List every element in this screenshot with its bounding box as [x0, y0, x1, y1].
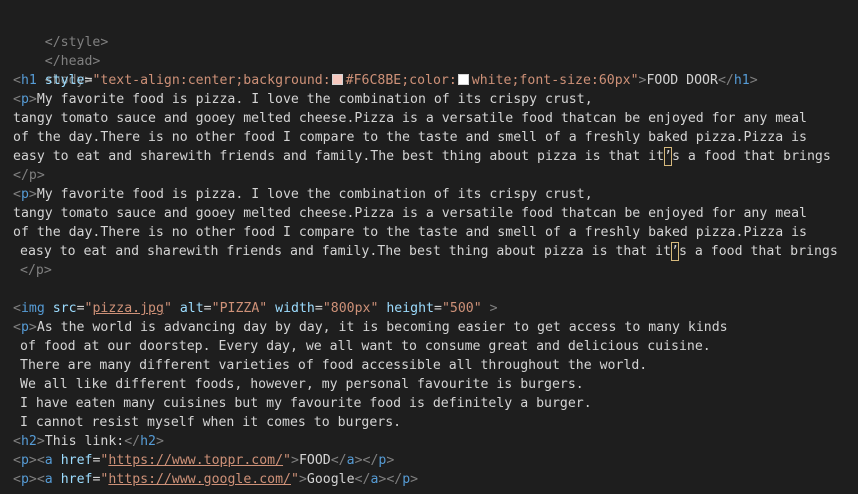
tag-name-p: p: [20, 92, 29, 107]
code-line: There are many different varieties of fo…: [20, 356, 647, 375]
code-line: I have eaten many cuisines but my favour…: [20, 394, 592, 413]
alt-value: "PIZZA": [211, 301, 268, 316]
code-line: </p>: [13, 166, 45, 185]
attr-height: height: [386, 301, 434, 316]
h1-text: FOOD DOOR: [646, 73, 718, 88]
code-line-link: <p><a href="https://www.toppr.com/">FOOD…: [13, 453, 395, 468]
code-line-h1: <h1 style="text-align:center;background:…: [13, 71, 758, 90]
tag-bracket: <: [13, 187, 21, 202]
tag-bracket: <: [13, 73, 21, 88]
style-value-start: "text-align:center;background:: [92, 73, 331, 88]
tag-name-h1: h1: [733, 73, 750, 88]
paragraph-text: I cannot resist myself when it comes to …: [20, 415, 402, 430]
h2-text: This link:: [44, 434, 125, 449]
paragraph-text: of the day.There is no other food I comp…: [13, 130, 807, 145]
style-value-color1: #F6C8BE: [345, 73, 402, 88]
attr-src: src: [52, 301, 77, 316]
attr-alt: alt: [179, 301, 204, 316]
paragraph-text: As the world is advancing day by day, it…: [36, 320, 728, 335]
tag-name-h2: h2: [20, 434, 37, 449]
code-line-h2: <h2>This link:</h2>: [13, 432, 164, 451]
paragraph-text: My favorite food is pizza. I love the co…: [36, 187, 593, 202]
tag-name-img: img: [20, 301, 45, 316]
code-line: tangy tomato sauce and gooey melted chee…: [13, 109, 807, 128]
code-line-link: <p><a href="https://www.google.com/">Goo…: [13, 472, 419, 487]
src-file-link[interactable]: pizza.jpg: [92, 301, 163, 316]
code-line: </head>: [13, 33, 101, 69]
paragraph-text: My favorite food is pizza. I love the co…: [36, 92, 593, 107]
code-line: <body>: [13, 52, 93, 88]
closing-p-tag: </p>: [20, 263, 52, 278]
code-line: easy to eat and sharewith friends and fa…: [20, 242, 838, 261]
code-line: of the day.There is no other food I comp…: [13, 223, 807, 242]
tag-bracket: >: [36, 434, 45, 449]
url-link-toppr[interactable]: https://www.toppr.com/: [108, 453, 283, 468]
code-line: easy to eat and sharewith friends and fa…: [13, 147, 831, 166]
tag-bracket: <: [13, 434, 21, 449]
tag-bracket: </: [124, 434, 141, 449]
tag-bracket: >: [28, 92, 37, 107]
code-line: </style>: [13, 14, 109, 50]
code-line-p: <p>As the world is advancing day by day,…: [13, 318, 728, 337]
tag-bracket: >: [489, 301, 498, 316]
code-line: </p>: [20, 261, 52, 280]
tag-bracket: >: [749, 73, 758, 88]
tag-name-p: p: [20, 187, 29, 202]
tag-bracket: </: [717, 73, 734, 88]
closing-p-tag: </p>: [13, 168, 45, 183]
code-line-p: <p>My favorite food is pizza. I love the…: [13, 185, 593, 204]
paragraph-text: s a food that brings: [672, 149, 831, 164]
code-line-p: <p>My favorite food is pizza. I love the…: [13, 90, 593, 109]
style-value-color2: white;font-size:60px": [471, 73, 639, 88]
code-line: of food at our doorstep. Every day, we a…: [20, 337, 711, 356]
tag-name-h1: h1: [20, 73, 37, 88]
attr-href: href: [60, 472, 93, 487]
code-line: I cannot resist myself when it comes to …: [20, 413, 401, 432]
height-value: "500": [441, 301, 482, 316]
tag-name-h2: h2: [140, 434, 156, 449]
paragraph-text: easy to eat and sharewith friends and fa…: [20, 244, 672, 259]
code-line-img: <img src="pizza.jpg" alt="PIZZA" width="…: [13, 301, 498, 316]
code-line: of the day.There is no other food I comp…: [13, 128, 807, 147]
paragraph-text: We all like different foods, however, my…: [20, 377, 584, 392]
paragraph-text: There are many different varieties of fo…: [20, 358, 648, 373]
tag-bracket: <: [13, 320, 21, 335]
tag-bracket: <: [13, 301, 21, 316]
paragraph-text: tangy tomato sauce and gooey melted chee…: [13, 206, 807, 221]
highlighted-apostrophe: ’: [664, 147, 672, 166]
attr-style: style: [44, 73, 85, 88]
paragraph-text: s a food that brings: [679, 244, 838, 259]
style-value-mid: ;color:: [401, 73, 457, 88]
tag-bracket: <: [13, 92, 21, 107]
link-text: FOOD: [298, 453, 331, 468]
code-editor[interactable]: </style> </head> <body> <h1 style="text-…: [0, 0, 858, 494]
paragraph-text: I have eaten many cuisines but my favour…: [20, 396, 592, 411]
url-link-google[interactable]: https://www.google.com/: [108, 472, 291, 487]
tag-bracket: >: [28, 187, 37, 202]
color-swatch-icon[interactable]: [457, 74, 469, 85]
paragraph-text: easy to eat and sharewith friends and fa…: [13, 149, 665, 164]
attr-href: href: [60, 453, 93, 468]
tag-bracket: >: [155, 434, 164, 449]
attr-width: width: [275, 301, 315, 316]
paragraph-text: of the day.There is no other food I comp…: [13, 225, 807, 240]
color-swatch-icon[interactable]: [331, 74, 343, 85]
width-value: "800px": [322, 301, 379, 316]
code-line: tangy tomato sauce and gooey melted chee…: [13, 204, 807, 223]
code-line: We all like different foods, however, my…: [20, 375, 584, 394]
tag-bracket: >: [28, 320, 37, 335]
paragraph-text: of food at our doorstep. Every day, we a…: [20, 339, 711, 354]
paragraph-text: tangy tomato sauce and gooey melted chee…: [13, 111, 807, 126]
link-text: Google: [306, 472, 355, 487]
highlighted-apostrophe: ’: [671, 242, 679, 261]
tag-name-p: p: [20, 320, 29, 335]
